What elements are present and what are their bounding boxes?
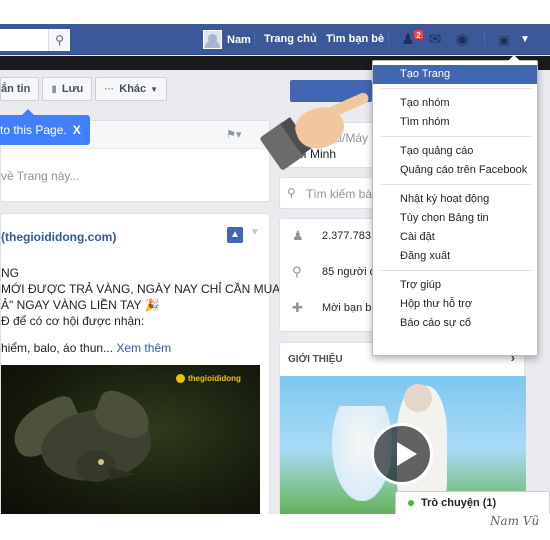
menu-item-settings[interactable]: Cài đặt (373, 228, 537, 247)
save-label: Lưu (61, 83, 84, 95)
play-icon[interactable] (371, 423, 433, 485)
message-button[interactable]: ắn tin (0, 77, 40, 101)
bookmark-icon: ▮ (51, 83, 57, 95)
friend-request-badge: 2 (413, 29, 424, 40)
about-card: GIỚI THIỆU › (279, 342, 526, 514)
nav-find-friends-link[interactable]: Tìm bạn bè (326, 33, 384, 45)
chevron-down-icon: ▼ (150, 84, 159, 94)
nav-divider (388, 32, 389, 46)
more-button[interactable]: ··· Khác ▼ (95, 77, 168, 101)
pin-icon: ▲ (227, 227, 243, 243)
author-signature: Nam Vũ (490, 514, 540, 528)
screenshot-frame-bottom (0, 514, 550, 540)
profile-link[interactable]: Nam (203, 30, 251, 49)
menu-divider (381, 88, 531, 89)
post-text-line: NG (1, 266, 19, 280)
menu-item-report-problem[interactable]: Báo cáo sự cố (373, 314, 537, 333)
chat-tab[interactable]: Trò chuyện (1) (395, 491, 550, 514)
more-dots-icon: ··· (104, 83, 115, 95)
page-flag-icon[interactable]: ⚑▾ (226, 128, 250, 142)
menu-item-activity-log[interactable]: Nhật ký hoạt động (373, 190, 537, 209)
nav-divider (254, 32, 255, 46)
facebook-viewport: ⚲ Nam Trang chủ Tìm bạn bè ♟ 2 ✉ ◉ ▣ ▼ ắ… (0, 24, 550, 514)
composer-placeholder[interactable]: về Trang này... (1, 169, 80, 183)
menu-item-find-groups[interactable]: Tìm nhóm (373, 113, 537, 132)
nav-divider (316, 32, 317, 46)
menu-item-facebook-ads[interactable]: Quảng cáo trên Facebook (373, 161, 537, 180)
post-author-link[interactable]: (thegioididong.com) (1, 230, 116, 244)
top-nav-bar: ⚲ Nam Trang chủ Tìm bạn bè ♟ 2 ✉ ◉ ▣ ▼ (0, 24, 550, 55)
message-label: ắn tin (1, 83, 31, 95)
menu-item-support-inbox[interactable]: Hộp thư hỗ trợ (373, 295, 537, 314)
menu-item-create-group[interactable]: Tạo nhóm (373, 94, 537, 113)
invite-tooltip: to this Page. X (0, 109, 90, 145)
invite-friends-link[interactable]: Mời bạn bè (322, 302, 378, 314)
location-pin-icon: ⚲ (292, 264, 302, 279)
dropdown-arrow (507, 55, 521, 62)
crow-illustration (109, 468, 137, 480)
menu-item-help[interactable]: Trợ giúp (373, 276, 537, 295)
menu-divider (381, 136, 531, 137)
menu-divider (381, 270, 531, 271)
post-text-line: MỚI ĐƯỢC TRẢ VÀNG, NGÀY NAY CHỈ CẦN MUA (1, 282, 281, 296)
tooltip-text: to this Page. (0, 123, 67, 137)
about-heading: GIỚI THIỆU (288, 354, 343, 365)
more-label: Khác (119, 83, 147, 95)
people-icon: ♟ (292, 228, 304, 243)
profile-name: Nam (227, 33, 251, 46)
crow-illustration (98, 459, 104, 465)
video-brand-logo: thegioididong (176, 374, 241, 384)
stat-row-invite[interactable]: ✚ Mời bạn bè (280, 291, 378, 327)
pointing-hand-graphic (259, 91, 378, 172)
pinned-post: (thegioididong.com) ▲ ▼ NG MỚI ĐƯỢC TRẢ … (0, 213, 280, 514)
search-button[interactable]: ⚲ (48, 29, 70, 51)
post-text-line: Đ để có cơ hội được nhận: (1, 314, 145, 328)
stat-row-checkins: ⚲ 85 người đ (280, 255, 376, 291)
post-text-line: Ả" NGAY VÀNG LIỀN TAY 🎉 (1, 298, 160, 312)
account-caret-icon[interactable]: ▼ (515, 31, 535, 49)
save-button[interactable]: ▮ Lưu (42, 77, 93, 101)
chat-label: Trò chuyện (1) (421, 497, 497, 509)
messages-icon[interactable]: ✉ (425, 31, 445, 49)
menu-item-logout[interactable]: Đăng xuất (373, 247, 537, 266)
page-stats-card: ♟ 2.377.783 n ⚲ 85 người đ ✚ Mời bạn bè (279, 218, 380, 332)
pointing-hand-graphic (323, 91, 371, 120)
menu-item-create-page[interactable]: Tạo Trang (373, 65, 537, 84)
page-action-row: ắn tin ▮ Lưu ··· Khác ▼ (0, 77, 170, 103)
page-post-search[interactable]: ⚲ Tìm kiếm bài (279, 177, 375, 209)
search-icon: ⚲ (287, 186, 296, 200)
invite-friend-icon: ✚ (292, 300, 303, 315)
post-video[interactable]: thegioididong (1, 365, 260, 514)
post-search-placeholder: Tìm kiếm bài (306, 187, 375, 201)
person-illustration (404, 384, 432, 412)
online-status-dot (408, 500, 414, 506)
search-icon: ⚲ (55, 33, 64, 47)
account-dropdown-menu: Tạo Trang Tạo nhóm Tìm nhóm Tạo quảng cá… (372, 60, 538, 356)
stat-row-likes: ♟ 2.377.783 n (280, 219, 380, 255)
screenshot-frame-top (0, 0, 550, 24)
checkins-count: 85 người đ (322, 266, 376, 278)
avatar (203, 30, 222, 49)
nav-home-link[interactable]: Trang chủ (264, 33, 317, 45)
menu-item-create-ad[interactable]: Tạo quảng cáo (373, 142, 537, 161)
privacy-lock-icon[interactable]: ▣ (494, 31, 514, 49)
tooltip-close-button[interactable]: X (73, 123, 81, 137)
see-more-link[interactable]: Xem thêm (116, 341, 171, 355)
post-options-chevron-icon[interactable]: ▼ (250, 227, 260, 238)
post-text-line: hiểm, balo, áo thun... Xem thêm (1, 341, 171, 355)
notifications-globe-icon[interactable]: ◉ (452, 31, 472, 49)
menu-divider (381, 184, 531, 185)
menu-item-news-feed-prefs[interactable]: Tùy chọn Bảng tin (373, 209, 537, 228)
nav-divider (484, 32, 485, 46)
post-text-tail: hiểm, balo, áo thun... (1, 341, 114, 355)
